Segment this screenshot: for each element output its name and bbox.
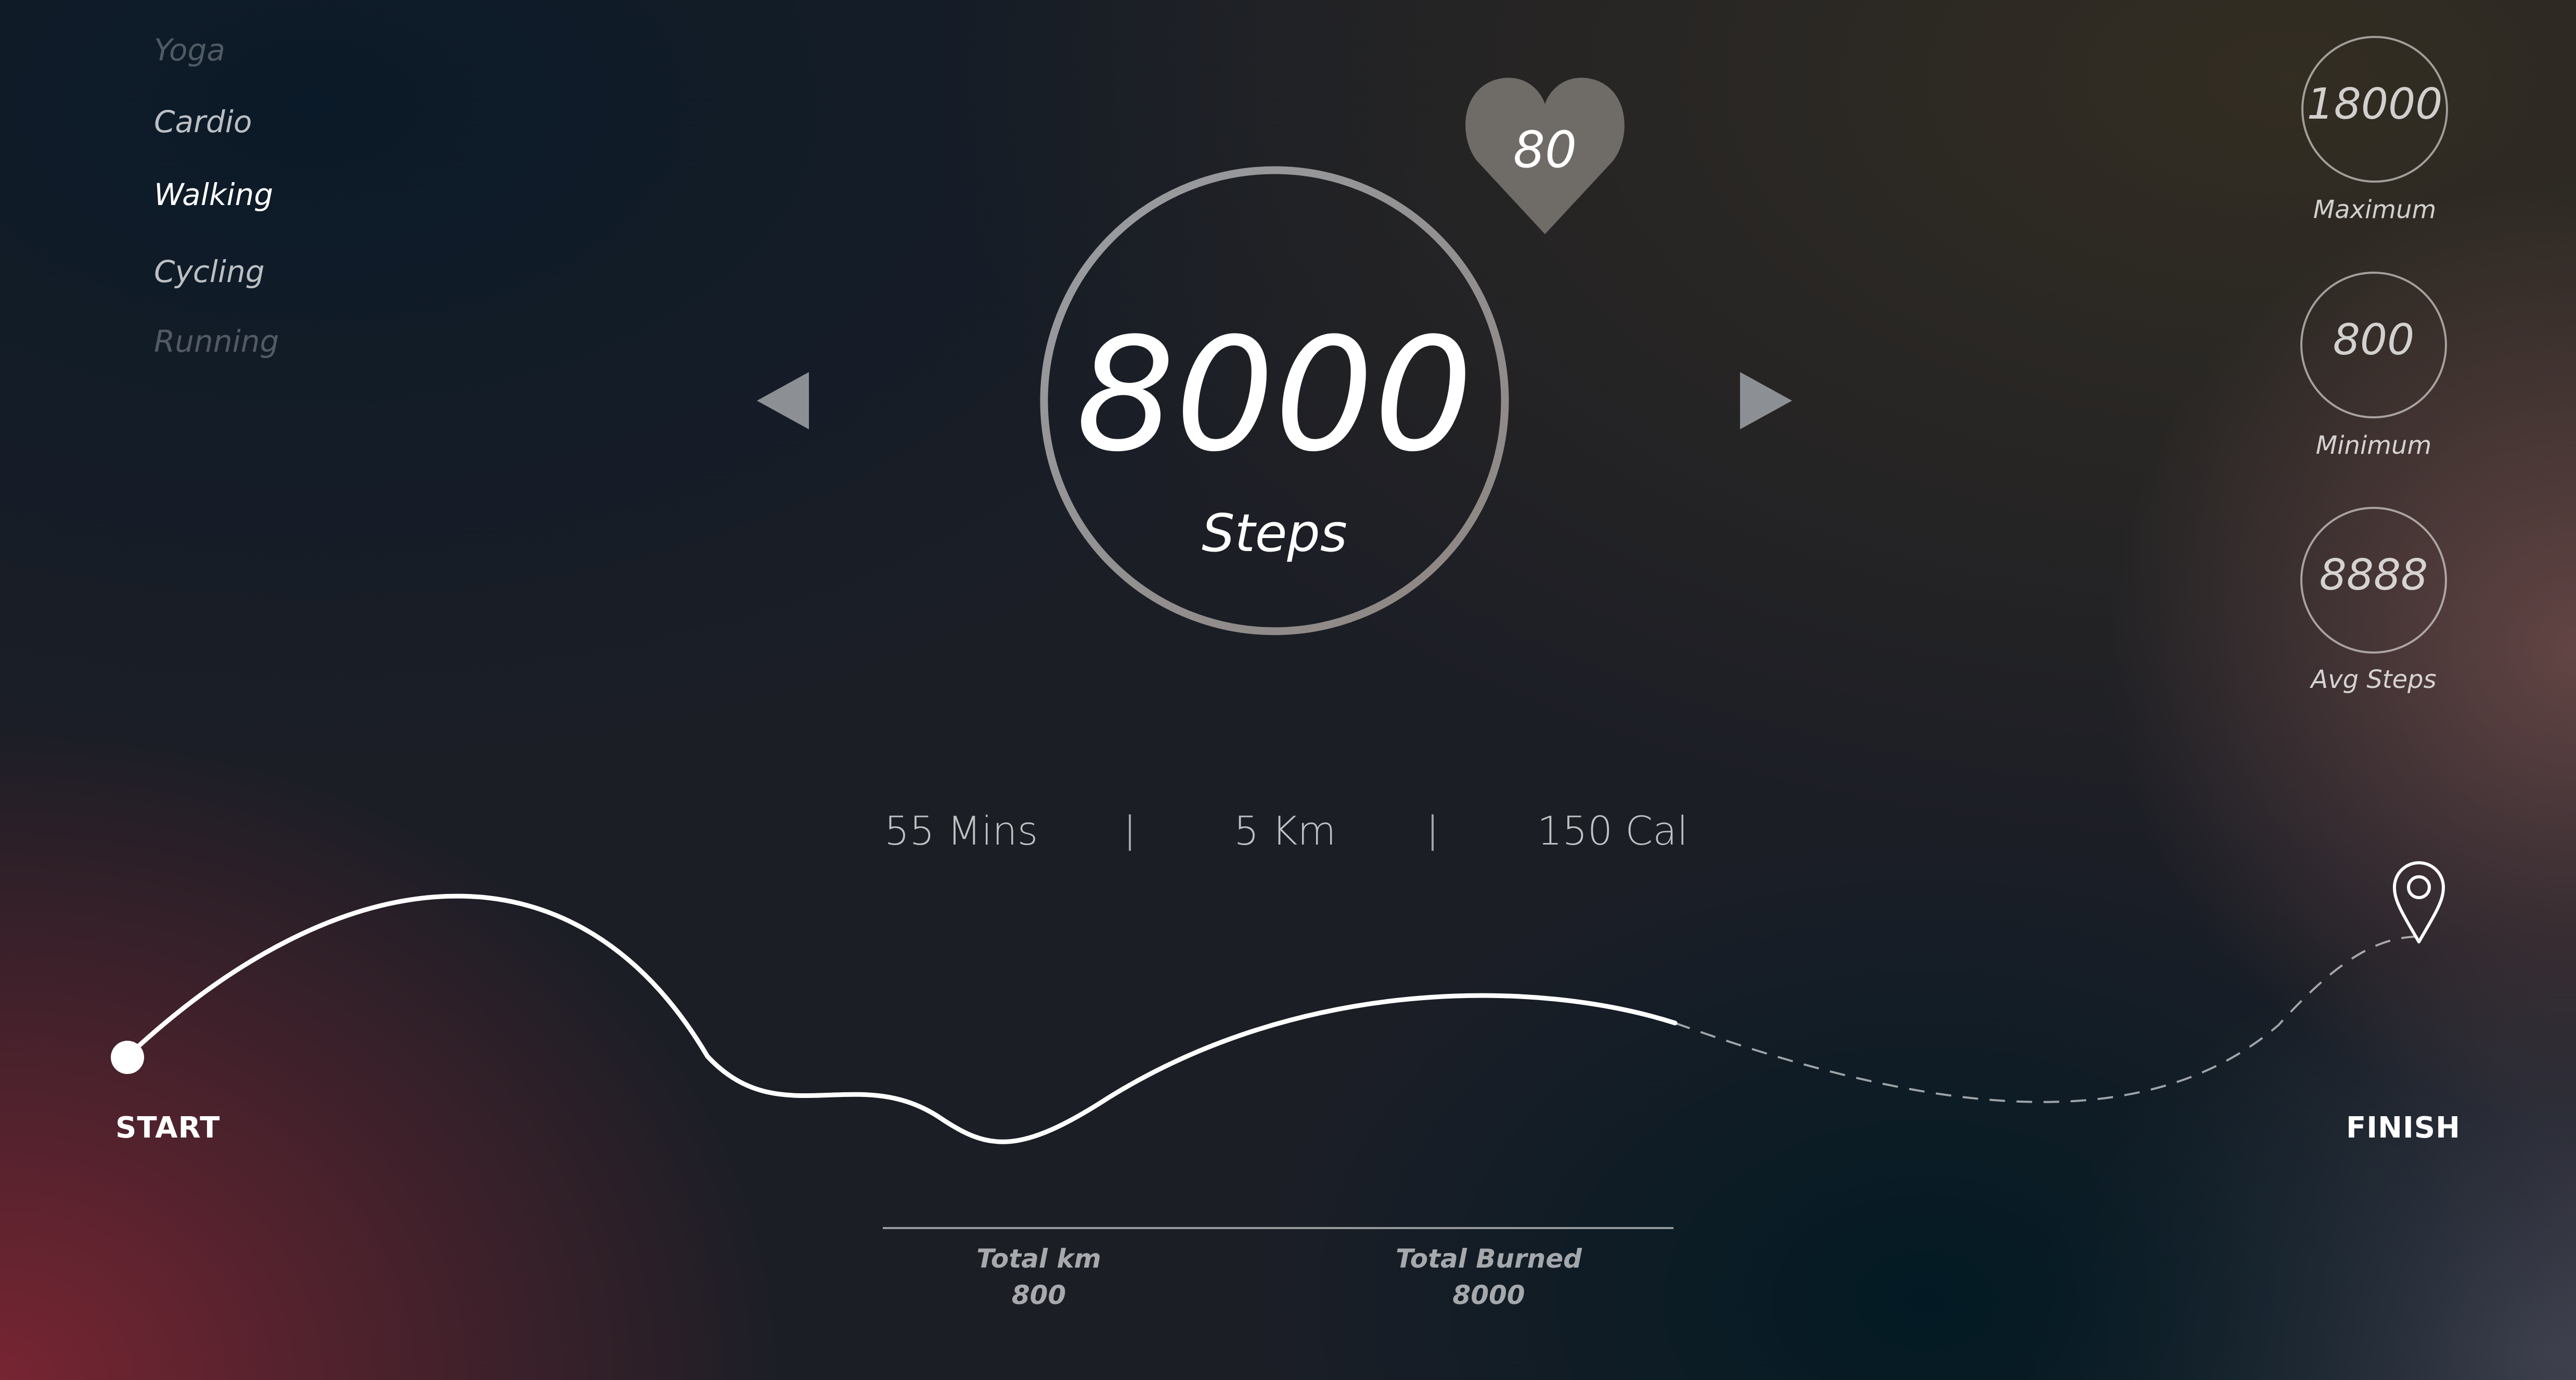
triangle-left-icon[interactable]	[754, 369, 812, 432]
total-km-label: Total km	[976, 1244, 1101, 1274]
totals-divider	[883, 1227, 1673, 1229]
minimum-value: 800	[2333, 315, 2415, 365]
menu-item-walking[interactable]: Walking	[154, 177, 273, 212]
map-pin-icon[interactable]	[2390, 859, 2448, 944]
finish-label: FINISH	[2346, 1111, 2461, 1145]
minimum-label: Minimum	[2315, 431, 2432, 460]
maximum-label: Maximum	[2313, 195, 2437, 224]
total-burned-label: Total Burned	[1396, 1244, 1582, 1274]
menu-item-cycling[interactable]: Cycling	[154, 254, 265, 289]
route-completed-path	[125, 893, 1678, 1144]
steps-value: 8000	[1076, 304, 1473, 486]
menu-item-cardio[interactable]: Cardio	[154, 104, 252, 139]
steps-label: Steps	[1202, 503, 1347, 564]
start-label: START	[115, 1111, 221, 1145]
triangle-right-icon[interactable]	[1737, 369, 1795, 432]
avg-steps-value: 8888	[2319, 551, 2428, 600]
route-chart	[111, 893, 2419, 1144]
avg-steps-label: Avg Steps	[2311, 665, 2437, 694]
route-remaining-path	[1675, 936, 2419, 1103]
menu-item-yoga[interactable]: Yoga	[154, 32, 225, 68]
menu-item-running[interactable]: Running	[154, 324, 279, 359]
heart-rate-value: 80	[1513, 121, 1577, 179]
maximum-value: 18000	[2307, 80, 2443, 129]
route-start-dot	[111, 1041, 144, 1074]
total-km-value: 800	[1011, 1280, 1066, 1310]
total-burned-value: 8000	[1452, 1280, 1525, 1310]
